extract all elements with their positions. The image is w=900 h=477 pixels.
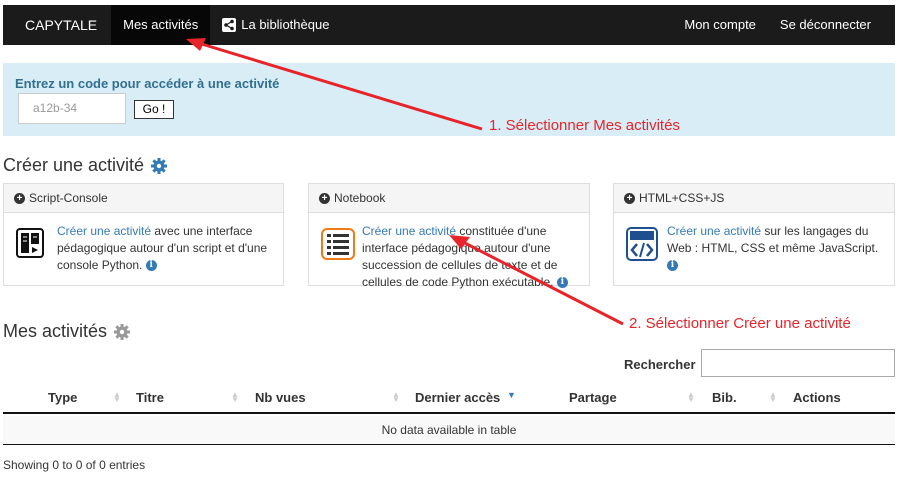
- annotation-step-2: 2. Sélectionner Créer une activité: [629, 315, 851, 332]
- annotation-step-1: 1. Sélectionner Mes activités: [489, 117, 680, 134]
- annotation-arrows: [186, 38, 624, 326]
